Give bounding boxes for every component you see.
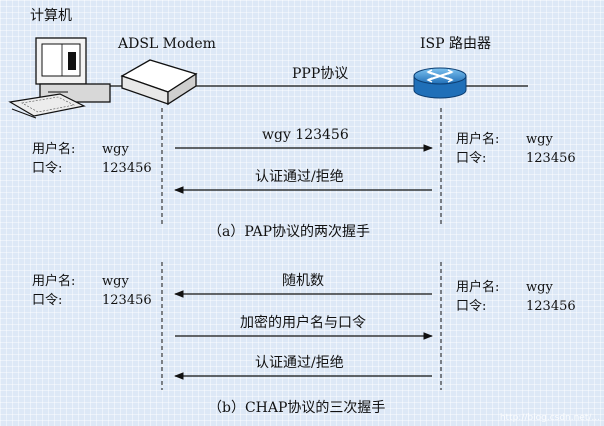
diagram-canvas: 计算机 ADSL Modem ISP 路由器 PPP协议 用户名: wgy 口令:… [0,0,604,426]
pap-client-credentials: 用户名: wgy 口令: 123456 [32,140,152,178]
router-icon [413,67,467,99]
modem-label: ADSL Modem [118,36,216,52]
pap-caption: （a）PAP协议的两次握手 [208,224,371,240]
pap-msg-request: wgy 123456 [262,127,349,143]
computer-icon [8,37,111,119]
password-label: 口令: [456,299,487,314]
password-value: 123456 [102,293,152,308]
user-value: wgy [102,274,129,289]
chap-msg-challenge: 随机数 [282,273,324,289]
user-label: 用户名: [456,132,500,147]
chap-server-credentials: 用户名: wgy 口令: 123456 [456,278,576,316]
user-value: wgy [526,132,553,147]
modem-icon [120,59,198,106]
ppp-label: PPP协议 [292,66,349,82]
password-value: 123456 [526,299,576,314]
chap-client-credentials: 用户名: wgy 口令: 123456 [32,272,152,310]
user-label: 用户名: [456,280,500,295]
password-label: 口令: [32,293,63,308]
router-label: ISP 路由器 [420,36,491,52]
computer-label: 计算机 [30,8,72,24]
chap-msg-response: 加密的用户名与口令 [240,315,366,331]
password-value: 123456 [102,161,152,176]
user-label: 用户名: [32,142,76,157]
user-value: wgy [102,142,129,157]
pap-server-credentials: 用户名: wgy 口令: 123456 [456,130,576,168]
user-label: 用户名: [32,274,76,289]
user-value: wgy [526,280,553,295]
pap-msg-reply: 认证通过/拒绝 [255,169,344,185]
chap-caption: （b）CHAP协议的三次握手 [208,400,386,416]
password-label: 口令: [456,151,487,166]
watermark: http://blog.csdn.net/... [499,413,600,423]
password-value: 123456 [526,151,576,166]
chap-msg-result: 认证通过/拒绝 [255,355,344,371]
password-label: 口令: [32,161,63,176]
